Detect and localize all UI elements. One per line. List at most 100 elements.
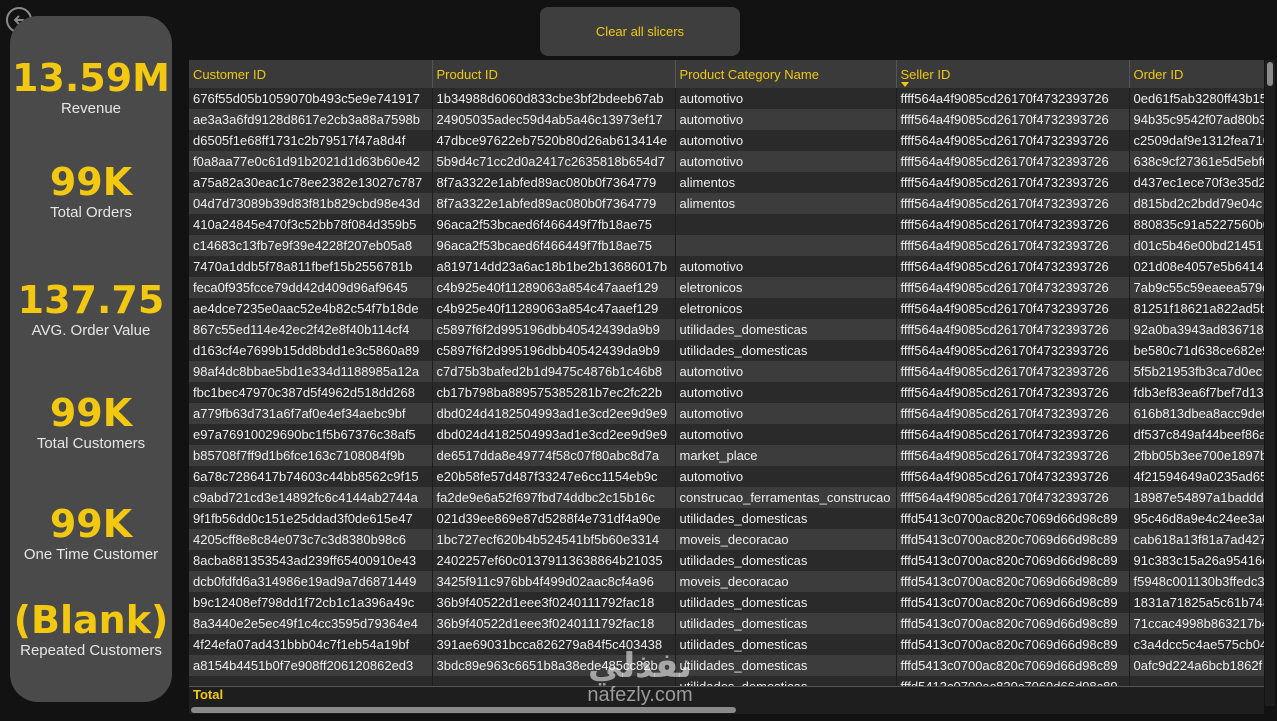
cell-product-id: 391ae69031bcca826279a84f5c403438 [432,634,675,655]
clear-all-slicers-button[interactable]: Clear all slicers [540,7,740,56]
cell-seller-id: ffff564a4f9085cd26170f4732393726 [896,130,1129,151]
horizontal-scrollbar[interactable] [189,706,1264,714]
table-row[interactable]: 04d7d73089b39d83f81b829cbd98e43d 8f7a3322… [189,193,1264,214]
kpi-label: One Time Customer [23,546,159,563]
table-row[interactable]: 98af4dc8bbae5bd1e334d1188985a12a c7d75b3b… [189,361,1264,382]
cell-customer-id: a779fb63d731a6f7af0e4ef34aebc9bf [189,403,432,424]
cell-product-category: utilidades_domesticas [675,655,896,676]
table-row[interactable]: 676f55d05b1059070b493c5e9e741917 1b34988d… [189,88,1264,109]
cell-order-id: 021d08e4057e5b6414 [1129,256,1264,277]
cell-order-id: 94b35c9542f07ad80b3 [1129,109,1264,130]
cell-order-id: fdb3ef83ea6f7bef7d13 [1129,382,1264,403]
cell-seller-id: fffd5413c0700ac820c7069d66d98c89 [896,571,1129,592]
cell-customer-id: b9c12408ef798dd1f72cb1c1a396a49c [189,592,432,613]
table-row[interactable]: a8154b4451b0f7e908ff206120862ed3 3bdc89e9… [189,655,1264,676]
table-row[interactable]: b85708f7ff9d1b6fce163c7108084f9b de6517dd… [189,445,1264,466]
table-row[interactable]: a779fb63d731a6f7af0e4ef34aebc9bf dbd024d4… [189,403,1264,424]
cell-product-category: utilidades_domesticas [675,613,896,634]
cell-product-id: c5897f6f2d995196dbb40542439da9b9 [432,319,675,340]
cell-product-category: automotivo [675,403,896,424]
kpi-repeated-customers: (Blank) Repeated Customers [10,598,172,660]
cell-customer-id: 04d7d73089b39d83f81b829cbd98e43d [189,193,432,214]
cell-product-id: 021d39ee869e87d5288f4e731df4a90e [432,508,675,529]
table-row[interactable]: 410a24845e470f3c52bb78f084d359b5 96aca2f5… [189,214,1264,235]
cell-product-category [675,235,896,256]
table-row[interactable]: c9abd721cd3e14892fc6c4144ab2744a fa2de9e6… [189,487,1264,508]
cell-customer-id: b85708f7ff9d1b6fce163c7108084f9b [189,445,432,466]
cell-order-id: 4f21594649a0235ad65 [1129,466,1264,487]
cell-seller-id: ffff564a4f9085cd26170f4732393726 [896,88,1129,109]
column-header-seller-id[interactable]: Seller ID [896,60,1130,88]
table-row[interactable]: ae4dce7235e0aac52e4b82c54f7b18de c4b925e4… [189,298,1264,319]
cell-product-category: automotivo [675,466,896,487]
table-row[interactable]: 7470a1ddb5f78a811fbef15b2556781b a819714d… [189,256,1264,277]
column-header-product-category[interactable]: Product Category Name [675,60,897,88]
table-row[interactable]: feca0f935fcce79dd42d409d96af9645 c4b925e4… [189,277,1264,298]
kpi-label: Revenue [60,100,122,117]
column-header-order-id[interactable]: Order ID [1129,60,1264,88]
table-row[interactable]: f0a8aa77e0c61d91b2021d1d63b60e42 5b9d4c71… [189,151,1264,172]
cell-product-category: eletronicos [675,298,896,319]
table-row[interactable]: 8a3440e2e5ec49f1c4cc3595d79364e4 36b9f405… [189,613,1264,634]
cell-order-id: 0ed61f5ab3280ff43b15 [1129,88,1264,109]
cell-product-id: dbd024d4182504993ad1e3cd2ee9d9e9 [432,424,675,445]
vertical-scrollbar-thumb[interactable] [1267,62,1273,86]
kpi-label: AVG. Order Value [31,322,151,339]
cell-product-category: automotivo [675,256,896,277]
cell-seller-id: fffd5413c0700ac820c7069d66d98c89 [896,529,1129,550]
kpi-avg-order-value: 137.75 AVG. Order Value [10,278,172,340]
kpi-panel: 13.59M Revenue 99K Total Orders 137.75 A… [10,16,172,702]
orders-table: Customer ID Product ID Product Category … [189,60,1264,706]
cell-product-category: utilidades_domesticas [675,340,896,361]
cell-order-id: 81251f18621a822ad5b [1129,298,1264,319]
cell-customer-id: dcb0fdfd6a314986e19ad9a7d6871449 [189,571,432,592]
kpi-total-orders: 99K Total Orders [10,160,172,222]
cell-product-id: c4b925e40f11289063a854c47aaef129 [432,277,675,298]
cell-product-id: de6517dda8e49774f58c07f80abc8d7a [432,445,675,466]
table-row[interactable]: dcb0fdfd6a314986e19ad9a7d6871449 3425f911… [189,571,1264,592]
column-header-customer-id[interactable]: Customer ID [189,60,433,88]
kpi-value: 99K [49,391,133,435]
cell-product-category: utilidades_domesticas [675,634,896,655]
table-row[interactable]: fbc1bec47970c387d5f4962d518dd268 cb17b798… [189,382,1264,403]
cell-product-id: 3bdc89e963c6651b8a38ede485cc82b [432,655,675,676]
table-row[interactable]: c14683c13fb7e9f39e4228f207eb05a8 96aca2f5… [189,235,1264,256]
vertical-scrollbar[interactable] [1265,60,1275,706]
table-row[interactable]: 8acba881353543ad239ff65400910e43 2402257e… [189,550,1264,571]
kpi-label: Total Orders [50,204,132,221]
cell-product-id: 3425f911c976bb4f499d02aac8cf4a96 [432,571,675,592]
cell-customer-id: 8a3440e2e5ec49f1c4cc3595d79364e4 [189,613,432,634]
cell-customer-id: 410a24845e470f3c52bb78f084d359b5 [189,214,432,235]
cell-seller-id: ffff564a4f9085cd26170f4732393726 [896,172,1129,193]
table-row[interactable]: 9f1fb56dd0c151e25ddad3f0de615e47 021d39ee… [189,508,1264,529]
cell-product-id: 96aca2f53bcaed6f466449f7fb18ae75 [432,235,675,256]
kpi-value: 13.59M [11,56,170,100]
table-row[interactable]: 4f24efa07ad431bbb04c7f1eb54a19bf 391ae690… [189,634,1264,655]
table-row[interactable]: d6505f1e68ff1731c2b79517f47a8d4f 47dbce97… [189,130,1264,151]
cell-customer-id: a75a82a30eac1c78ee2382e13027c787 [189,172,432,193]
horizontal-scrollbar-thumb[interactable] [191,707,736,713]
table-row[interactable]: ae3a3a6fd9128d8617e2cb3a88a7598b 24905035… [189,109,1264,130]
cell-product-category: automotivo [675,88,896,109]
table-row[interactable]: b9c12408ef798dd1f72cb1c1a396a49c 36b9f405… [189,592,1264,613]
table-row[interactable]: e97a76910029690bc1f5b67376c38af5 dbd024d4… [189,424,1264,445]
table-row[interactable]: d163cf4e7699b15dd8bdd1e3c5860a89 c5897f6f… [189,340,1264,361]
table-row[interactable]: 867c55ed114e42ec2f42e8f40b114cf4 c5897f6f… [189,319,1264,340]
cell-customer-id: d163cf4e7699b15dd8bdd1e3c5860a89 [189,340,432,361]
cell-product-category: utilidades_domesticas [675,319,896,340]
table-row[interactable]: 6a78c7286417b74603c44bb8562c9f15 e20b58fe… [189,466,1264,487]
cell-order-id: c2509daf9e1312fea710 [1129,130,1264,151]
cell-order-id: 91c383c15a26a95416c [1129,550,1264,571]
cell-customer-id: 676f55d05b1059070b493c5e9e741917 [189,88,432,109]
cell-seller-id: fffd5413c0700ac820c7069d66d98c89 [896,634,1129,655]
cell-product-category: construcao_ferramentas_construcao [675,487,896,508]
table-row[interactable]: a75a82a30eac1c78ee2382e13027c787 8f7a3322… [189,172,1264,193]
column-header-product-id[interactable]: Product ID [432,60,676,88]
cell-customer-id: ae3a3a6fd9128d8617e2cb3a88a7598b [189,109,432,130]
cell-order-id: 616b813dbea8acc9de0 [1129,403,1264,424]
cell-customer-id: e97a76910029690bc1f5b67376c38af5 [189,424,432,445]
kpi-label: Repeated Customers [20,642,162,659]
cell-seller-id: ffff564a4f9085cd26170f4732393726 [896,424,1129,445]
cell-seller-id: ffff564a4f9085cd26170f4732393726 [896,340,1129,361]
table-row[interactable]: 4205cff8e8c84e073c7c3d8380b98c6 1bc727ecf… [189,529,1264,550]
